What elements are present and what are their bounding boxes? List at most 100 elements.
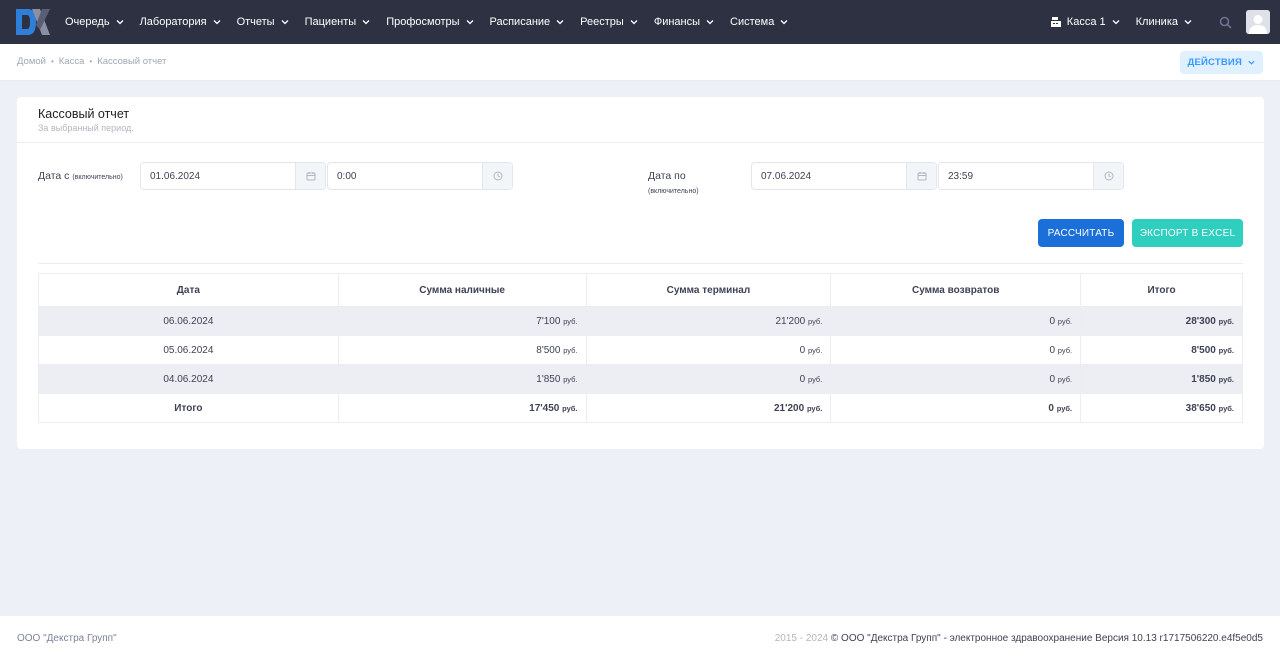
calendar-icon (917, 172, 926, 181)
cash-register-icon (1050, 17, 1061, 27)
search-button[interactable] (1210, 7, 1240, 37)
menu-registries[interactable]: Реестры (572, 0, 646, 44)
breadcrumb: Домой • Касса • Кассовый отчет (17, 56, 166, 67)
cell-refunds: 0 руб. (830, 335, 1082, 365)
clock-button[interactable] (1093, 163, 1123, 189)
cell-cash: 1'850 руб. (337, 364, 587, 394)
page-subtitle: За выбранный период. (38, 123, 134, 133)
column-header-terminal[interactable]: Сумма терминал (585, 273, 832, 307)
menu-reports[interactable]: Отчеты (229, 0, 297, 44)
cell-cash: 7'100 руб. (337, 306, 587, 336)
chevron-down-icon (362, 20, 370, 25)
cell-refunds: 0 руб. (830, 306, 1082, 336)
cell-cash: 17'450 руб. (337, 393, 587, 423)
column-header-total[interactable]: Итого (1080, 273, 1243, 307)
menu-checkups[interactable]: Профосмотры (378, 0, 481, 44)
footer-company: ООО "Декстра Групп" (17, 633, 117, 644)
clock-button[interactable] (482, 163, 512, 189)
menu-schedule[interactable]: Расписание (482, 0, 573, 44)
chevron-down-icon (1184, 20, 1192, 25)
breadcrumb-separator: • (89, 57, 93, 66)
chevron-down-icon (281, 20, 289, 25)
cell-total: 8'500 руб. (1080, 335, 1243, 365)
calendar-button[interactable] (295, 163, 325, 189)
date-to-label: Дата по (включительно) (648, 170, 699, 195)
table-header-row: Дата Сумма наличные Сумма терминал Сумма… (38, 273, 1243, 307)
clinic-dropdown[interactable]: Клиника (1128, 0, 1200, 44)
menu-system[interactable]: Система (722, 0, 796, 44)
cell-total: 28'300 руб. (1080, 306, 1243, 336)
main-menu: Очередь Лаборатория Отчеты Пациенты Проф… (57, 0, 796, 44)
cell-date: 05.06.2024 (38, 335, 339, 365)
cell-refunds: 0 руб. (830, 393, 1082, 423)
user-menu-area: Касса 1 Клиника (1042, 0, 1270, 44)
cell-total: 1'850 руб. (1080, 364, 1243, 394)
column-header-date[interactable]: Дата (38, 273, 339, 307)
chevron-down-icon (1112, 20, 1120, 25)
breadcrumb-cash[interactable]: Касса (59, 56, 85, 67)
menu-laboratory[interactable]: Лаборатория (132, 0, 229, 44)
cell-refunds: 0 руб. (830, 364, 1082, 394)
footer-copyright-text[interactable]: © ООО "Декстра Групп" - электронное здра… (831, 633, 1263, 644)
menu-finance[interactable]: Финансы (646, 0, 722, 44)
cell-terminal: 0 руб. (585, 335, 832, 365)
cell-cash: 8'500 руб. (337, 335, 587, 365)
column-header-cash[interactable]: Сумма наличные (337, 273, 587, 307)
cell-total: 38'650 руб. (1080, 393, 1243, 423)
app-logo[interactable] (14, 6, 52, 38)
breadcrumb-separator: • (50, 57, 54, 66)
time-to-field (938, 162, 1124, 190)
date-from-input[interactable] (141, 163, 295, 189)
chevron-down-icon (116, 20, 124, 25)
menu-patients[interactable]: Пациенты (297, 0, 379, 44)
column-header-refunds[interactable]: Сумма возвратов (830, 273, 1082, 307)
calendar-icon (306, 172, 315, 181)
cell-date: 06.06.2024 (38, 306, 339, 336)
footer-years: 2015 - 2024 (774, 633, 829, 644)
cell-totals-label: Итого (38, 393, 339, 423)
time-from-input[interactable] (328, 163, 482, 189)
cash-report-table: Дата Сумма наличные Сумма терминал Сумма… (38, 273, 1243, 423)
breadcrumb-cash-report[interactable]: Кассовый отчет (97, 56, 166, 67)
footer: ООО "Декстра Групп" 2015 - 2024 © ООО "Д… (0, 616, 1280, 663)
date-to-field (751, 162, 937, 190)
divider (38, 263, 1243, 264)
calendar-button[interactable] (906, 163, 936, 189)
cell-terminal: 0 руб. (585, 364, 832, 394)
chevron-down-icon (466, 20, 473, 25)
cell-date: 04.06.2024 (38, 364, 339, 394)
table-row: 05.06.2024 8'500 руб. 0 руб. 0 руб. 8'50… (38, 335, 1243, 365)
chevron-down-icon (213, 20, 221, 25)
clock-icon (1104, 171, 1113, 181)
chevron-down-icon (1248, 60, 1255, 65)
time-to-input[interactable] (939, 163, 1093, 189)
time-from-field (327, 162, 513, 190)
chevron-down-icon (556, 20, 564, 25)
actions-button[interactable]: ДЕЙСТВИЯ (1179, 51, 1263, 74)
breadcrumb-home[interactable]: Домой (17, 56, 46, 67)
search-icon (1219, 16, 1232, 29)
cell-terminal: 21'200 руб. (585, 306, 832, 336)
cell-terminal: 21'200 руб. (585, 393, 832, 423)
chevron-down-icon (780, 20, 788, 25)
calculate-button[interactable]: РАССЧИТАТЬ (1038, 219, 1124, 247)
subheader: Домой • Касса • Кассовый отчет ДЕЙСТВИЯ (0, 44, 1280, 80)
chevron-down-icon (706, 20, 714, 25)
chevron-down-icon (630, 20, 638, 25)
date-to-input[interactable] (752, 163, 906, 189)
date-from-field (140, 162, 326, 190)
page-title: Кассовый отчет (38, 107, 130, 121)
clock-icon (493, 171, 502, 181)
user-avatar-icon (1246, 10, 1270, 34)
cash-report-card: Кассовый отчет За выбранный период. Дата… (17, 97, 1264, 449)
table-totals-row: Итого 17'450 руб. 21'200 руб. 0 руб. 38'… (38, 393, 1243, 423)
table-row: 04.06.2024 1'850 руб. 0 руб. 0 руб. 1'85… (38, 364, 1243, 394)
table-row: 06.06.2024 7'100 руб. 21'200 руб. 0 руб.… (38, 306, 1243, 336)
menu-queue[interactable]: Очередь (57, 0, 132, 44)
card-header: Кассовый отчет За выбранный период. (17, 97, 1264, 143)
export-excel-button[interactable]: ЭКСПОРТ В EXCEL (1132, 219, 1243, 247)
cash-register-dropdown[interactable]: Касса 1 (1042, 0, 1128, 44)
avatar[interactable] (1246, 10, 1270, 34)
top-navbar: Очередь Лаборатория Отчеты Пациенты Проф… (0, 0, 1280, 44)
date-from-label: Дата с (включительно) (38, 170, 123, 182)
